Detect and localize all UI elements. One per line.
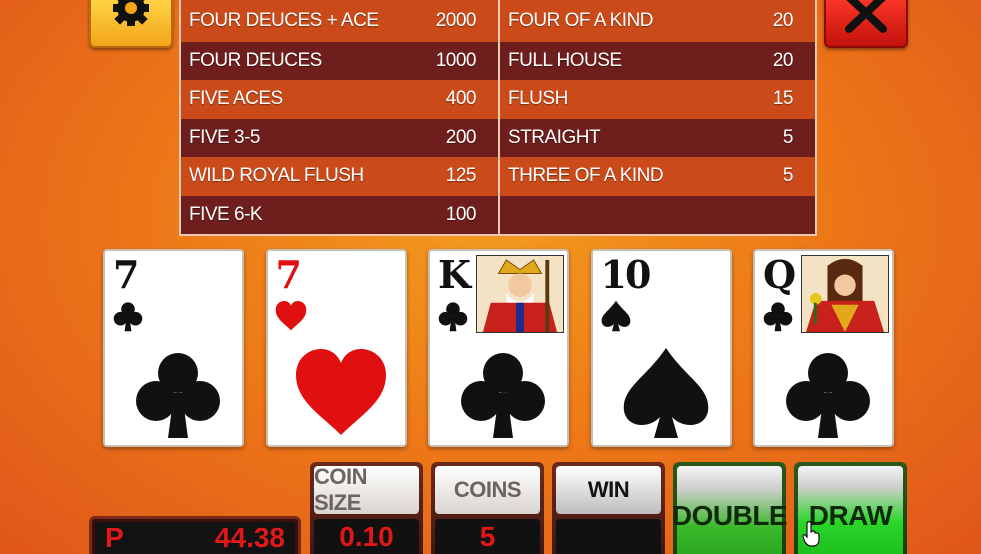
clubs-suit-icon [113, 302, 143, 332]
card-rank: K [438, 252, 471, 297]
clubs-suit-icon [763, 302, 793, 332]
hand-payout: 200 [445, 126, 477, 148]
playing-card[interactable]: 7 [265, 249, 407, 447]
playing-card[interactable]: Q [753, 249, 894, 447]
win-label: WIN [556, 466, 661, 514]
paytable-row: FLUSH 15 [500, 80, 815, 119]
coin-size-selector[interactable]: COIN SIZE 0.10 [310, 462, 423, 554]
credits-display: P 44.38 [89, 516, 301, 554]
coins-value: 5 [435, 519, 540, 554]
hand-payout: 400 [445, 88, 477, 110]
close-icon [845, 0, 887, 33]
hand-name: FULL HOUSE [508, 50, 622, 72]
card-rank: 7 [275, 252, 302, 297]
paytable: FOUR DEUCES + ACE 2000 FOUR DEUCES 1000 FI… [179, 0, 817, 236]
hand-name: FOUR OF A KIND [508, 9, 654, 31]
paytable-row: FIVE 6-K 100 [181, 195, 498, 235]
hand-payout: 20 [772, 9, 794, 31]
clubs-suit-icon [786, 353, 870, 438]
hearts-suit-icon [275, 301, 306, 331]
paytable-right-column: FOUR OF A KIND 20 FULL HOUSE 20 FLUSH 15 ST… [498, 0, 815, 235]
card-rank: 7 [113, 252, 139, 297]
double-button[interactable]: DOUBLE [672, 462, 788, 554]
double-button-label: DOUBLE [672, 466, 788, 554]
paytable-row: STRAIGHT 5 [500, 118, 815, 158]
queen-portrait [801, 255, 889, 333]
hand-name: THREE OF A KIND [508, 165, 664, 187]
hand-name: FOUR DEUCES + ACE [189, 9, 379, 31]
card-rank: Q [763, 252, 796, 297]
paytable-row: THREE OF A KIND 5 [500, 157, 815, 196]
hand-payout: 5 [782, 126, 794, 148]
spades-suit-icon [623, 348, 708, 438]
clubs-suit-icon [136, 353, 220, 438]
card-rank: 10 [600, 252, 652, 297]
hand-payout: 100 [445, 203, 477, 225]
clubs-suit-icon [438, 302, 468, 332]
gear-icon [113, 0, 149, 26]
hand-name: WILD ROYAL FLUSH [189, 165, 364, 187]
hand-payout: 1000 [435, 50, 477, 72]
coins-selector[interactable]: COINS 5 [431, 462, 544, 554]
paytable-row: FOUR OF A KIND 20 [500, 0, 815, 42]
playing-card[interactable]: 7 [103, 249, 244, 447]
king-portrait [476, 255, 564, 333]
close-button[interactable] [824, 0, 908, 48]
paytable-row: FULL HOUSE 20 [500, 41, 815, 81]
hand-cursor-icon [802, 521, 820, 547]
hand-payout: 5 [782, 165, 794, 187]
hand-name: FIVE 3-5 [189, 126, 260, 148]
credits-value: 44.38 [214, 522, 285, 553]
paytable-row: WILD ROYAL FLUSH 125 [181, 157, 498, 196]
hand-payout: 20 [772, 50, 794, 72]
paytable-row: FOUR DEUCES + ACE 2000 [181, 0, 498, 42]
win-display: WIN [552, 462, 665, 554]
paytable-row: FOUR DEUCES 1000 [181, 41, 498, 81]
settings-button[interactable] [89, 0, 173, 48]
hand-name: FIVE ACES [189, 88, 283, 110]
hand-name: FLUSH [508, 88, 568, 110]
hand-payout: 15 [772, 88, 794, 110]
paytable-left-column: FOUR DEUCES + ACE 2000 FOUR DEUCES 1000 FI… [181, 0, 498, 235]
hand-payout: 2000 [435, 9, 477, 31]
hand-name: STRAIGHT [508, 126, 601, 148]
playing-card[interactable]: K [428, 249, 569, 447]
paytable-row: FIVE 3-5 200 [181, 118, 498, 158]
coin-size-value: 0.10 [314, 519, 419, 554]
playing-card[interactable]: 10 [590, 249, 732, 447]
hand-name: FOUR DEUCES [189, 50, 322, 72]
coins-label: COINS [435, 466, 540, 514]
win-value [556, 519, 661, 554]
hearts-suit-icon [295, 349, 386, 435]
paytable-row [500, 195, 815, 235]
paytable-row: FIVE ACES 400 [181, 80, 498, 119]
hand-payout: 125 [445, 165, 477, 187]
credits-prefix: P [105, 522, 124, 553]
coin-size-label: COIN SIZE [314, 464, 419, 515]
clubs-suit-icon [461, 353, 545, 438]
spades-suit-icon [601, 300, 630, 332]
hand-name: FIVE 6-K [189, 203, 263, 225]
